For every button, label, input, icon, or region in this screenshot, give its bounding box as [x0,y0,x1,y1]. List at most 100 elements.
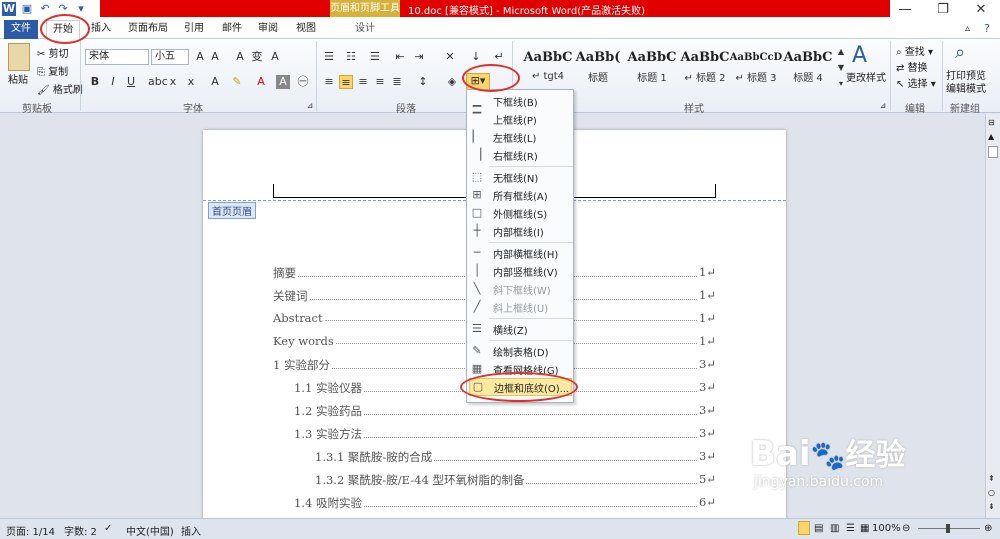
font-color-icon[interactable]: A [254,75,268,89]
phonetic-icon[interactable]: 变 [250,50,264,64]
superscript-icon[interactable]: x [184,75,198,89]
font-dialog-launcher-icon[interactable]: ⊿ [303,99,317,113]
menu-item-border-top[interactable]: ▔ 上框线(P) [469,110,572,128]
change-styles-button[interactable]: 更改样式 [846,69,886,84]
tab-review[interactable]: 审阅 [254,20,282,39]
bold-icon[interactable]: B [88,75,102,89]
fullscreen-view-icon[interactable]: ▤ [814,523,823,534]
draft-view-icon[interactable]: ▦ [860,523,869,534]
replace-button[interactable]: ⇄ 替换 [896,59,928,74]
style-heading-1[interactable]: AaBbC 标题 1 [622,47,682,87]
menu-item-border-outside[interactable]: □ 外侧框线(S) [469,204,572,222]
toc-entry[interactable]: 1.3.1 聚酰胺-胺的合成 3↵ [315,449,716,465]
justify-icon[interactable]: ≡ [373,75,387,89]
select-button[interactable]: ↖ 选择 ▾ [896,75,936,90]
styles-dialog-launcher-icon[interactable]: ⊿ [876,99,890,113]
bullets-icon[interactable]: ☰ [322,50,336,64]
align-left-icon[interactable]: ≡ [322,75,336,89]
next-page-icon[interactable]: ⇟ [988,502,995,511]
strikethrough-icon[interactable]: abc [148,75,168,89]
toc-entry[interactable]: 1.4 吸附实验 6↵ [294,495,716,511]
toc-entry[interactable]: 1.3.2 聚酰胺-胺/E-44 型环氧树脂的制备 5↵ [315,472,716,488]
print-layout-view-icon[interactable] [798,521,810,535]
chinese-layout-icon[interactable]: ✕ [443,50,457,64]
word-logo-icon[interactable]: W [2,2,16,16]
zoom-in-icon[interactable]: ⊕ [984,523,992,534]
font-name-combo[interactable]: 宋体 [85,49,149,65]
close-icon[interactable]: ✕ [962,0,1000,20]
style-heading-4[interactable]: AaBbC 标题 4 [778,47,838,87]
restore-icon[interactable]: ❐ [924,0,962,20]
underline-icon[interactable]: U [124,75,138,89]
highlight-icon[interactable]: ✎ [230,75,244,89]
minimize-icon[interactable]: — [886,0,924,20]
language-indicator[interactable]: 中文(中国) [126,523,174,538]
sort-icon[interactable]: ↓ [469,50,483,64]
line-spacing-icon[interactable]: ↕ [416,75,430,89]
browse-object-icon[interactable]: ○ [988,488,995,497]
tab-design[interactable]: 设计 [345,20,385,39]
distributed-icon[interactable]: ≣ [390,75,404,89]
zoom-level[interactable]: 100% [872,523,901,534]
menu-item-draw-table[interactable]: ✎ 绘制表格(D) [469,342,572,360]
decrease-indent-icon[interactable]: ⇤ [393,50,407,64]
tab-insert[interactable]: 插入 [86,20,116,39]
tab-page-layout[interactable]: 页面布局 [124,20,172,39]
subscript-icon[interactable]: x [166,75,180,89]
shading-icon[interactable]: ◈ [445,75,459,89]
align-right-icon[interactable]: ≡ [356,75,370,89]
show-marks-icon[interactable]: ↵ [492,50,506,64]
tab-file[interactable]: 文件 [4,20,38,39]
clear-format-icon[interactable]: A [233,50,247,64]
insert-mode-indicator[interactable]: 插入 [181,523,201,538]
toc-entry[interactable]: 1.2 实验药品 3↵ [294,403,716,419]
menu-item-horizontal-line[interactable]: ☰ 横线(Z) [469,320,572,338]
word-count[interactable]: 字数: 2 [64,523,97,538]
toc-entry[interactable]: 1.3 实验方法 3↵ [294,426,716,442]
text-effects-icon[interactable]: A [208,75,222,89]
print-preview-icon[interactable]: ⌕ [955,42,965,63]
copy-button[interactable]: ⎘ 复制 [37,63,68,78]
paste-button[interactable]: 粘贴 [8,71,28,86]
menu-item-border-all[interactable]: ⊞ 所有框线(A) [469,186,572,204]
tab-mailings[interactable]: 邮件 [218,20,246,39]
ruler-toggle-icon[interactable]: ⊟ [988,118,995,127]
char-shading-icon[interactable]: A [276,75,290,89]
vertical-scrollbar[interactable]: ⊟ ▲ ⇞ ○ ⇟ [985,114,1000,518]
styles-scroll-up-icon[interactable]: ▲ [834,45,848,59]
undo-icon[interactable]: ↶ [38,2,52,16]
menu-item-border-inside-v[interactable]: │ 内部竖框线(V) [469,262,572,280]
align-center-icon[interactable]: ≡ [339,75,353,89]
shrink-font-icon[interactable]: A [208,50,222,64]
italic-icon[interactable]: I [106,75,120,89]
page-count[interactable]: 页面: 1/14 [6,523,55,538]
prev-page-icon[interactable]: ⇞ [988,474,995,483]
numbering-icon[interactable]: ☷ [344,50,358,64]
zoom-slider-thumb[interactable] [946,524,950,533]
outline-view-icon[interactable]: ☰ [846,523,855,534]
web-view-icon[interactable]: ▥ [830,523,839,534]
menu-item-border-left[interactable]: ▏ 左框线(L) [469,128,572,146]
menu-item-border-inside-h[interactable]: ─ 内部横框线(H) [469,244,572,262]
help-icon[interactable]: ? [984,22,990,35]
customize-qat-icon[interactable]: ▾ [74,2,88,16]
menu-item-border-right[interactable]: ▕ 右框线(R) [469,146,572,164]
char-border-icon[interactable]: A [268,50,282,64]
scroll-up-icon[interactable]: ▲ [988,132,994,141]
zoom-out-icon[interactable]: ⊖ [902,523,910,534]
grow-font-icon[interactable]: A [193,50,207,64]
ribbon-collapse-icon[interactable]: ▵ [965,23,970,34]
save-icon[interactable]: ▣ [20,2,34,16]
menu-item-border-none[interactable]: ⬚ 无框线(N) [469,168,572,186]
menu-item-border-bottom[interactable]: ▁ 下框线(B) [469,92,572,110]
find-button[interactable]: ⌕ 查找 ▾ [896,43,933,58]
scroll-thumb[interactable] [988,146,998,158]
cut-button[interactable]: ✂ 剪切 [37,45,69,60]
tab-view[interactable]: 视图 [292,20,320,39]
tab-references[interactable]: 引用 [180,20,208,39]
multilevel-list-icon[interactable]: ☰ [368,50,382,64]
format-painter-button[interactable]: 🖌 格式刷 [37,81,83,96]
font-size-combo[interactable]: 小五 [151,49,189,65]
style-title[interactable]: AaBb(标题 [568,47,628,87]
increase-indent-icon[interactable]: ⇥ [412,50,426,64]
